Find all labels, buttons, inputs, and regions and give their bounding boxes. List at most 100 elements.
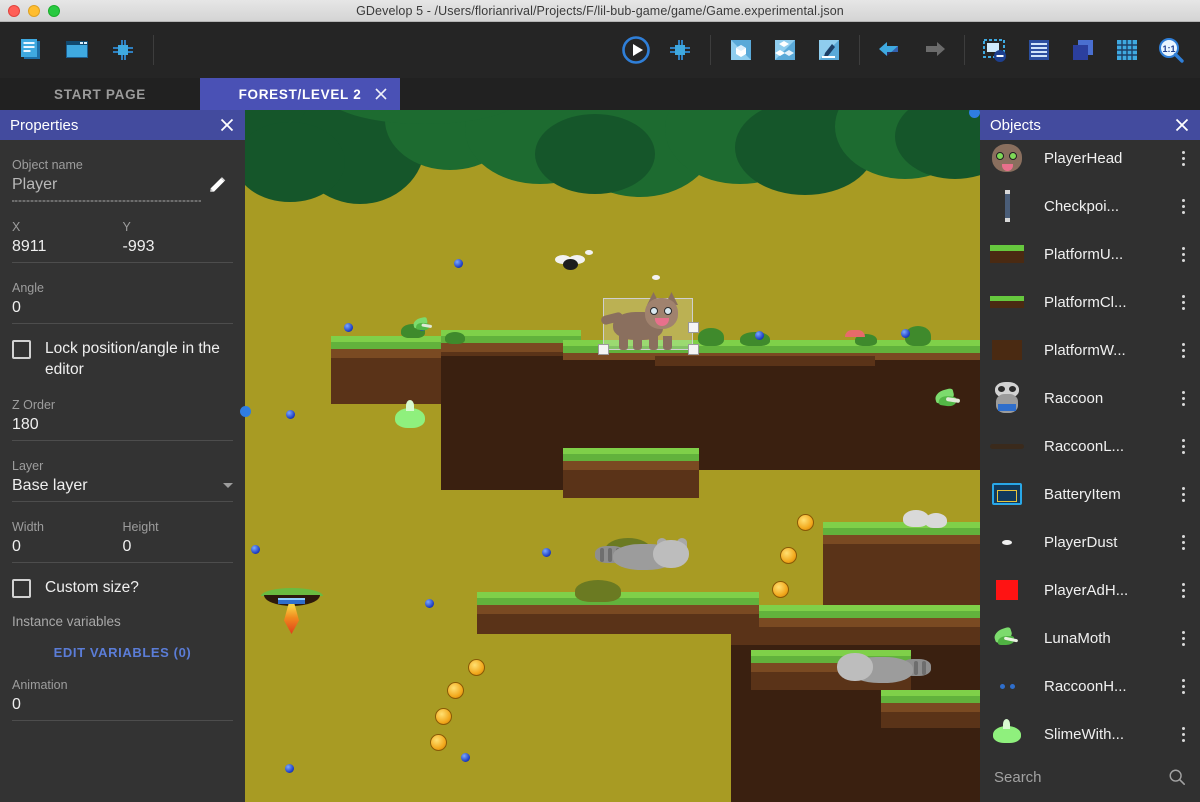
position-values-row: 8911 -993 xyxy=(12,234,233,262)
object-menu-icon[interactable] xyxy=(1174,391,1192,406)
animation-field[interactable]: 0 xyxy=(12,692,233,720)
field-underline xyxy=(12,262,233,263)
layers-panel-icon[interactable] xyxy=(1062,29,1104,71)
zoom-reset-icon[interactable]: 1:1 xyxy=(1150,29,1192,71)
tab-forest-level-2[interactable]: FOREST/LEVEL 2 xyxy=(200,78,400,110)
edit-variables-button[interactable]: EDIT VARIABLES (0) xyxy=(12,645,233,660)
window-titlebar: GDevelop 5 - /Users/florianrival/Project… xyxy=(0,0,1200,22)
object-menu-icon[interactable] xyxy=(1174,343,1192,358)
close-icon[interactable] xyxy=(1174,117,1190,133)
close-window-button[interactable] xyxy=(8,5,20,17)
player-object[interactable] xyxy=(607,294,681,354)
tab-start-page[interactable]: START PAGE xyxy=(0,78,200,110)
object-menu-icon[interactable] xyxy=(1174,727,1192,742)
resize-handle[interactable] xyxy=(688,344,699,355)
window-controls[interactable] xyxy=(8,0,60,22)
worm xyxy=(845,330,865,337)
x-field[interactable]: 8911 xyxy=(12,234,123,262)
object-menu-icon[interactable] xyxy=(1174,583,1192,598)
object-menu-icon[interactable] xyxy=(1174,631,1192,646)
object-list-item[interactable]: PlatformCl... xyxy=(980,278,1200,326)
object-list-item[interactable]: Raccoon xyxy=(980,374,1200,422)
object-name-field[interactable]: Player xyxy=(12,172,201,202)
object-menu-icon[interactable] xyxy=(1174,439,1192,454)
object-list-item[interactable]: Checkpoi... xyxy=(980,182,1200,230)
tab-label: FOREST/LEVEL 2 xyxy=(239,87,362,102)
object-menu-icon[interactable] xyxy=(1174,535,1192,550)
object-menu-icon[interactable] xyxy=(1174,487,1192,502)
lock-position-checkbox[interactable] xyxy=(12,340,31,359)
object-search-bar[interactable]: Search xyxy=(980,752,1200,802)
collectible-gem xyxy=(251,545,260,554)
object-groups-icon[interactable] xyxy=(764,29,806,71)
debug-preview-icon[interactable] xyxy=(659,29,701,71)
object-list-item[interactable]: PlayerDust xyxy=(980,518,1200,566)
object-menu-icon[interactable] xyxy=(1174,679,1192,694)
platform xyxy=(823,522,980,612)
zorder-field[interactable]: 180 xyxy=(12,412,233,440)
project-manager-icon[interactable] xyxy=(10,29,52,71)
edit-pencil-icon[interactable] xyxy=(207,174,229,196)
position-labels-row: X Y xyxy=(12,202,233,234)
layer-select[interactable]: Base layer xyxy=(12,473,233,501)
undo-icon[interactable] xyxy=(869,29,911,71)
preview-play-icon[interactable] xyxy=(615,29,657,71)
close-icon[interactable] xyxy=(219,117,235,133)
debugger-icon[interactable] xyxy=(102,29,144,71)
objects-panel-icon[interactable] xyxy=(974,29,1016,71)
collectible-coin xyxy=(435,708,452,725)
object-name: RaccoonL... xyxy=(1044,438,1174,455)
properties-panel-icon[interactable] xyxy=(1018,29,1060,71)
add-object-icon[interactable] xyxy=(720,29,762,71)
width-field[interactable]: 0 xyxy=(12,534,123,562)
panel-resize-handle[interactable] xyxy=(240,406,251,417)
tree-canopy xyxy=(245,110,980,204)
close-icon[interactable] xyxy=(374,87,388,101)
resize-handle[interactable] xyxy=(598,344,609,355)
minimize-window-button[interactable] xyxy=(28,5,40,17)
scene-canvas[interactable] xyxy=(245,110,980,802)
lock-position-row[interactable]: Lock position/angle in the editor xyxy=(12,338,233,380)
custom-size-row[interactable]: Custom size? xyxy=(12,577,233,598)
collectible-gem xyxy=(425,599,434,608)
chevron-down-icon[interactable] xyxy=(223,483,233,488)
object-list-item[interactable]: RaccoonH... xyxy=(980,662,1200,710)
maximize-window-button[interactable] xyxy=(48,5,60,17)
object-name: RaccoonH... xyxy=(1044,678,1174,695)
object-menu-icon[interactable] xyxy=(1174,247,1192,262)
objects-list[interactable]: PlayerHead Checkpoi... PlatformU... xyxy=(980,134,1200,746)
earth-block xyxy=(655,366,875,400)
bush xyxy=(445,332,465,344)
raccoon-enemy xyxy=(835,653,931,687)
redo-icon[interactable] xyxy=(913,29,955,71)
y-field[interactable]: -993 xyxy=(123,234,234,262)
scene-editor-icon[interactable] xyxy=(56,29,98,71)
object-list-item[interactable]: BatteryItem xyxy=(980,470,1200,518)
width-value: 0 xyxy=(12,534,123,562)
black-moth xyxy=(555,255,585,271)
grid-icon[interactable] xyxy=(1106,29,1148,71)
custom-size-checkbox[interactable] xyxy=(12,579,31,598)
toolbar-divider xyxy=(153,35,154,65)
edit-events-icon[interactable] xyxy=(808,29,850,71)
object-list-item[interactable]: PlatformW... xyxy=(980,326,1200,374)
object-list-item[interactable]: PlayerHead xyxy=(980,134,1200,182)
object-list-item[interactable]: PlatformU... xyxy=(980,230,1200,278)
object-menu-icon[interactable] xyxy=(1174,151,1192,166)
moving-platform xyxy=(261,588,323,606)
object-menu-icon[interactable] xyxy=(1174,199,1192,214)
collectible-gem xyxy=(454,259,463,268)
search-icon[interactable] xyxy=(1168,768,1186,786)
object-list-item[interactable]: LunaMoth xyxy=(980,614,1200,662)
object-list-item[interactable]: RaccoonL... xyxy=(980,422,1200,470)
earth-block xyxy=(441,356,581,490)
object-menu-icon[interactable] xyxy=(1174,295,1192,310)
object-name: BatteryItem xyxy=(1044,486,1174,503)
angle-field[interactable]: 0 xyxy=(12,295,233,323)
y-label: Y xyxy=(123,220,234,234)
height-field[interactable]: 0 xyxy=(123,534,234,562)
search-input[interactable]: Search xyxy=(994,769,1168,786)
object-list-item[interactable]: PlayerAdH... xyxy=(980,566,1200,614)
object-list-item[interactable]: SlimeWith... xyxy=(980,710,1200,746)
resize-handle[interactable] xyxy=(688,322,699,333)
